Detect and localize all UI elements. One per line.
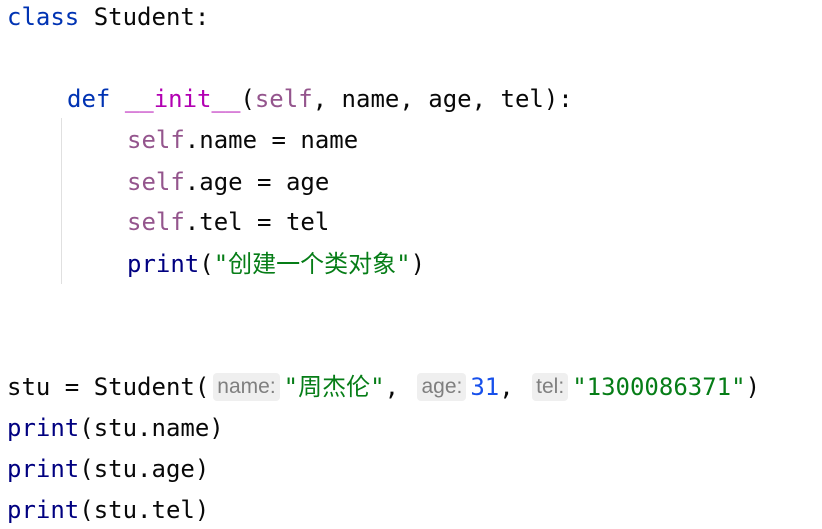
param-hint-name: name: [213,373,280,401]
print-builtin: print [7,455,80,483]
print-builtin: print [127,250,200,278]
self-ref: self [127,168,185,196]
param-hint-tel: tel: [532,373,569,401]
code-line-assign-tel[interactable]: self.tel = tel [127,205,329,239]
code-line-print-name[interactable]: print(stu.name) [7,411,224,445]
code-editor[interactable]: class Student: def __init__(self, name, … [0,0,822,529]
code-line-print-age[interactable]: print(stu.age) [7,452,209,486]
code-line-init-def[interactable]: def __init__(self, name, age, tel): [67,82,573,116]
string-literal: "创建一个类对象" [213,250,411,278]
arg-name-string: "周杰伦" [283,373,385,401]
arg-age-number: 31 [470,373,500,401]
code-line-print-create[interactable]: print("创建一个类对象") [127,247,425,281]
code-line-print-tel[interactable]: print(stu.tel) [7,493,209,527]
print-builtin: print [7,496,80,524]
print-builtin: print [7,414,80,442]
arg-tel-string: "1300086371" [572,373,746,401]
code-line-assign-name[interactable]: self.name = name [127,123,358,157]
code-line-assign-age[interactable]: self.age = age [127,165,329,199]
class-name: Student: [79,3,210,31]
keyword-class: class [7,3,80,31]
indent-guide [61,118,62,284]
param-hint-age: age: [417,373,467,401]
self-ref: self [127,208,185,236]
code-line-instantiate[interactable]: stu = Student(name: "周杰伦", age: 31, tel: "1… [7,370,760,404]
self-param: self [254,85,313,113]
code-line-class-def[interactable]: class Student: [7,0,209,34]
keyword-def: def [67,85,111,113]
self-ref: self [127,126,185,154]
init-method-name: __init__ [124,85,241,113]
init-params: , name, age, tel): [312,85,573,113]
